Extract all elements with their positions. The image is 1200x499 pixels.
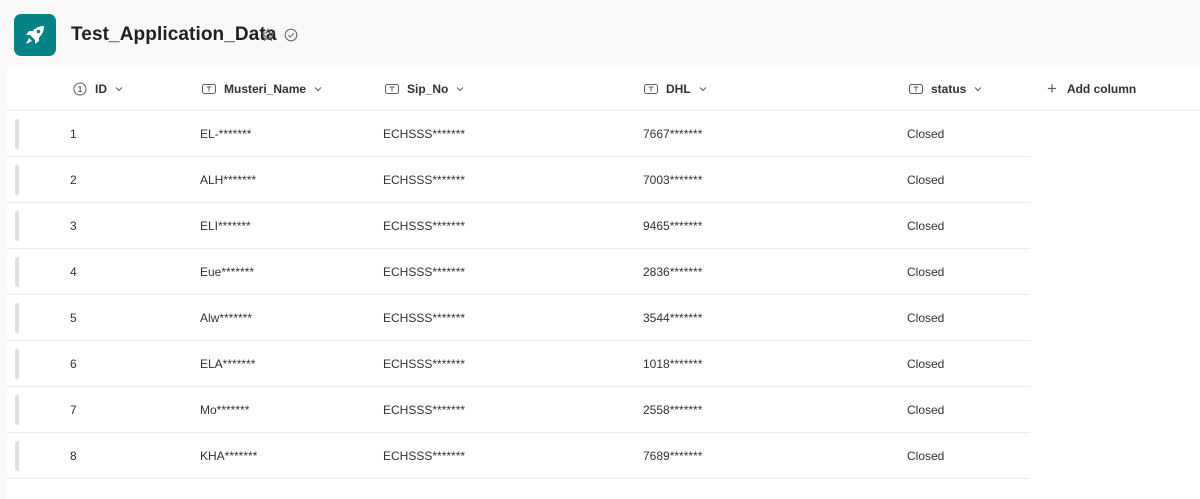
text-field-icon xyxy=(909,84,923,94)
cell-status[interactable]: Closed xyxy=(907,157,944,203)
column-header-label: Musteri_Name xyxy=(224,82,307,96)
column-header-label: Sip_No xyxy=(407,82,449,96)
column-header-sip-no[interactable]: Sip_No xyxy=(385,67,464,111)
column-header-label: status xyxy=(931,82,967,96)
page-title: Test_Application_Data xyxy=(71,24,277,45)
column-header-row: 1 ID Musteri_Name Sip_No DHL status + Ad… xyxy=(7,67,1200,111)
svg-text:1: 1 xyxy=(78,85,83,94)
cell-status[interactable]: Closed xyxy=(907,295,944,341)
table-row[interactable]: 3 ELI******* ECHSSS******* 9465******* Close… xyxy=(7,203,1030,249)
column-header-id[interactable]: 1 ID xyxy=(73,67,123,111)
cell-id[interactable]: 4 xyxy=(70,249,77,295)
cell-status[interactable]: Closed xyxy=(907,203,944,249)
cell-sip-no[interactable]: ECHSSS******* xyxy=(383,111,465,157)
cell-musteri-name[interactable]: KHA******* xyxy=(200,433,257,479)
cell-status[interactable]: Closed xyxy=(907,249,944,295)
cell-sip-no[interactable]: ECHSSS******* xyxy=(383,203,465,249)
cell-dhl[interactable]: 7003******* xyxy=(643,157,702,203)
cell-musteri-name[interactable]: Mo******* xyxy=(200,387,249,433)
cell-sip-no[interactable]: ECHSSS******* xyxy=(383,387,465,433)
cell-sip-no[interactable]: ECHSSS******* xyxy=(383,157,465,203)
text-field-icon xyxy=(202,84,216,94)
check-circle-icon[interactable] xyxy=(284,28,298,42)
table-row[interactable]: 6 ELA******* ECHSSS******* 1018******* Close… xyxy=(7,341,1030,387)
cell-musteri-name[interactable]: ALH******* xyxy=(200,157,256,203)
row-select-handle[interactable] xyxy=(15,441,19,471)
cell-id[interactable]: 8 xyxy=(70,433,77,479)
cell-status[interactable]: Closed xyxy=(907,387,944,433)
cell-id[interactable]: 2 xyxy=(70,157,77,203)
cell-dhl[interactable]: 2836******* xyxy=(643,249,702,295)
add-column-label: Add column xyxy=(1066,82,1137,96)
column-header-dhl[interactable]: DHL xyxy=(644,67,707,111)
table-row[interactable]: 4 Eue******* ECHSSS******* 2836******* Close… xyxy=(7,249,1030,295)
column-header-musteri-name[interactable]: Musteri_Name xyxy=(202,67,322,111)
cell-sip-no[interactable]: ECHSSS******* xyxy=(383,341,465,387)
cell-musteri-name[interactable]: Eue******* xyxy=(200,249,254,295)
column-header-label: DHL xyxy=(666,82,691,96)
cell-musteri-name[interactable]: ELI******* xyxy=(200,203,251,249)
cell-dhl[interactable]: 9465******* xyxy=(643,203,702,249)
cell-dhl[interactable]: 1018******* xyxy=(643,341,702,387)
text-field-icon xyxy=(385,84,399,94)
cell-status[interactable]: Closed xyxy=(907,111,944,157)
list-header: Test_Application_Data xyxy=(0,0,1200,66)
cell-dhl[interactable]: 7689******* xyxy=(643,433,702,479)
column-header-label: ID xyxy=(95,82,107,96)
list-view: 1 ID Musteri_Name Sip_No DHL status + Ad… xyxy=(7,67,1200,499)
chevron-down-icon xyxy=(699,87,707,92)
cell-sip-no[interactable]: ECHSSS******* xyxy=(383,249,465,295)
table-row[interactable]: 5 Alw******* ECHSSS******* 3544******* Close… xyxy=(7,295,1030,341)
row-select-handle[interactable] xyxy=(15,257,19,287)
plus-icon: + xyxy=(1047,79,1057,98)
cell-id[interactable]: 5 xyxy=(70,295,77,341)
cell-sip-no[interactable]: ECHSSS******* xyxy=(383,433,465,479)
cell-id[interactable]: 7 xyxy=(70,387,77,433)
table-row[interactable]: 8 KHA******* ECHSSS******* 7689******* Close… xyxy=(7,433,1030,479)
row-select-handle[interactable] xyxy=(15,165,19,195)
cell-musteri-name[interactable]: Alw******* xyxy=(200,295,252,341)
table-row[interactable]: 1 EL-******* ECHSSS******* 7667******* Close… xyxy=(7,111,1030,157)
chevron-down-icon xyxy=(456,87,464,92)
row-select-handle[interactable] xyxy=(15,119,19,149)
row-select-handle[interactable] xyxy=(15,303,19,333)
cell-status[interactable]: Closed xyxy=(907,433,944,479)
cell-dhl[interactable]: 7667******* xyxy=(643,111,702,157)
cell-musteri-name[interactable]: ELA******* xyxy=(200,341,255,387)
column-header-status[interactable]: status xyxy=(909,67,982,111)
add-column-button[interactable]: + Add column xyxy=(1047,67,1136,111)
row-select-handle[interactable] xyxy=(15,349,19,379)
table-row[interactable]: 7 Mo******* ECHSSS******* 2558******* Closed xyxy=(7,387,1030,433)
chevron-down-icon xyxy=(115,87,123,92)
row-select-handle[interactable] xyxy=(15,211,19,241)
row-select-handle[interactable] xyxy=(15,395,19,425)
cell-sip-no[interactable]: ECHSSS******* xyxy=(383,295,465,341)
chevron-down-icon xyxy=(974,87,982,92)
star-icon[interactable] xyxy=(261,28,275,42)
cell-id[interactable]: 1 xyxy=(70,111,77,157)
cell-status[interactable]: Closed xyxy=(907,341,944,387)
cell-id[interactable]: 6 xyxy=(70,341,77,387)
table-row[interactable]: 2 ALH******* ECHSSS******* 7003******* Close… xyxy=(7,157,1030,203)
chevron-down-icon xyxy=(314,87,322,92)
cell-id[interactable]: 3 xyxy=(70,203,77,249)
cell-musteri-name[interactable]: EL-******* xyxy=(200,111,251,157)
text-field-icon xyxy=(644,84,658,94)
cell-dhl[interactable]: 3544******* xyxy=(643,295,702,341)
number-circle-icon: 1 xyxy=(73,82,87,96)
rocket-icon[interactable] xyxy=(14,14,56,56)
cell-dhl[interactable]: 2558******* xyxy=(643,387,702,433)
